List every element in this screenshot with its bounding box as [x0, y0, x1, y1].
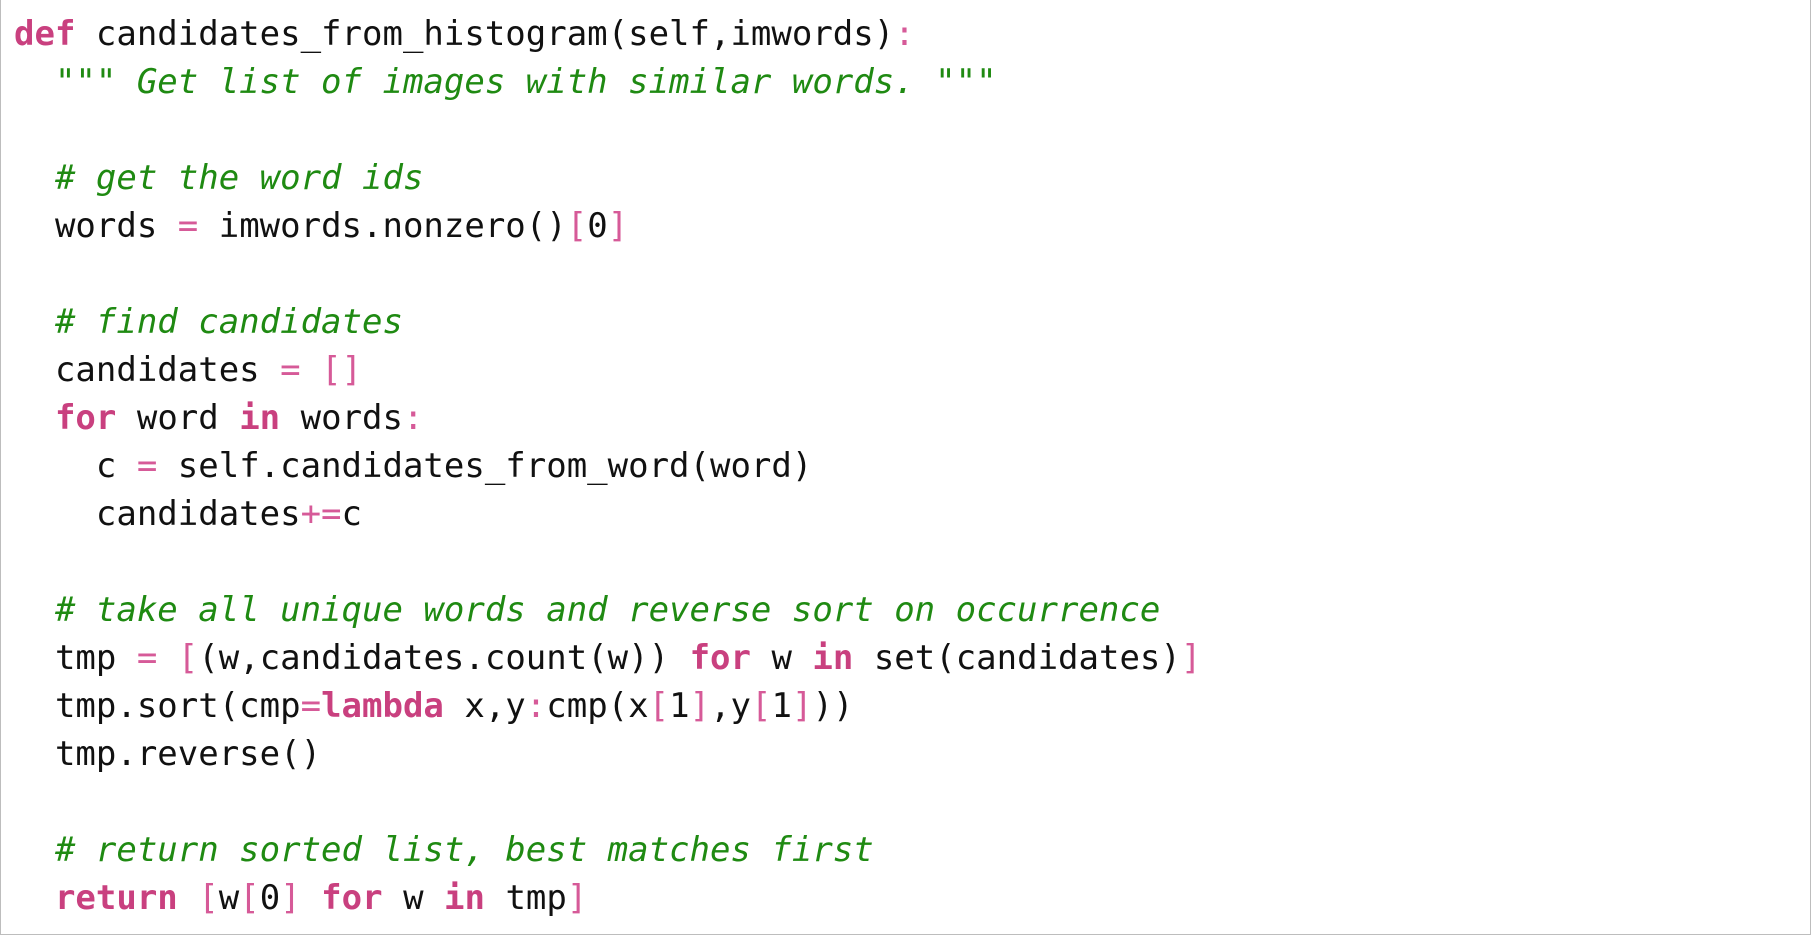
operator-token: ] — [280, 878, 301, 918]
code-line: tmp.sort(cmp=lambda x,y:cmp(x[1],y[1])) — [14, 682, 1201, 730]
operator-token: [ — [648, 686, 670, 726]
code-token: w — [750, 638, 813, 678]
code-token: tmp.reverse() — [14, 734, 322, 774]
code-token: (w,candidates.count(w)) — [198, 638, 690, 678]
code-token: tmp — [484, 878, 567, 918]
operator-token: = — [136, 638, 158, 678]
operator-token: [ — [198, 878, 219, 918]
operator-token: = — [300, 686, 322, 726]
code-token: candidates_from_histogram(self,imwords) — [75, 14, 895, 54]
code-token: 0 — [259, 878, 281, 918]
operator-token: : — [525, 686, 547, 726]
code-token: ,y — [710, 686, 752, 726]
operator-token: [ — [239, 878, 260, 918]
code-line: # find candidates — [14, 298, 1201, 346]
code-line: # get the word ids — [14, 154, 1201, 202]
code-token: x,y — [443, 686, 526, 726]
code-token: 1 — [771, 686, 792, 726]
operator-token: [ — [751, 686, 772, 726]
code-block: def candidates_from_histogram(self,imwor… — [14, 10, 1201, 922]
keyword-token: def — [14, 14, 76, 54]
code-token: set(candidates) — [853, 638, 1181, 678]
code-token: word — [116, 398, 240, 438]
operator-token: = — [136, 446, 158, 486]
keyword-token: for — [321, 878, 383, 918]
code-line: candidates+=c — [14, 490, 1201, 538]
operator-token: [] — [321, 350, 363, 390]
code-token: imwords.nonzero() — [198, 206, 567, 246]
keyword-token: for — [689, 638, 751, 678]
code-line: def candidates_from_histogram(self,imwor… — [14, 10, 1201, 58]
code-token: )) — [812, 686, 854, 726]
operator-token: ] — [689, 686, 711, 726]
comment-token: # take all unique words and reverse sort… — [54, 590, 1161, 630]
docstring-token: """ Get list of images with similar word… — [54, 62, 997, 102]
code-line: words = imwords.nonzero()[0] — [14, 202, 1201, 250]
operator-token: [ — [177, 638, 199, 678]
keyword-token: in — [239, 398, 281, 438]
operator-token: [ — [566, 206, 588, 246]
comment-token: # find candidates — [54, 302, 403, 342]
comment-token: # return sorted list, best matches first — [54, 830, 874, 870]
code-token: candidates — [14, 494, 301, 534]
code-line: # take all unique words and reverse sort… — [14, 586, 1201, 634]
code-token: 0 — [587, 206, 608, 246]
code-line: tmp = [(w,candidates.count(w)) for w in … — [14, 634, 1201, 682]
code-line: """ Get list of images with similar word… — [14, 58, 1201, 106]
code-line: # return sorted list, best matches first — [14, 826, 1201, 874]
operator-token: += — [300, 494, 342, 534]
code-token: self.candidates_from_word(word) — [157, 446, 813, 486]
operator-token: ] — [792, 686, 813, 726]
keyword-token: in — [444, 878, 485, 918]
code-token: 1 — [669, 686, 690, 726]
code-token: words — [14, 206, 178, 246]
operator-token: : — [894, 14, 915, 54]
code-line: for word in words: — [14, 394, 1201, 442]
code-listing-frame: def candidates_from_histogram(self,imwor… — [0, 0, 1811, 935]
code-line: c = self.candidates_from_word(word) — [14, 442, 1201, 490]
operator-token: = — [177, 206, 199, 246]
operator-token: = — [280, 350, 301, 390]
code-token: tmp — [14, 638, 137, 678]
operator-token: : — [402, 398, 424, 438]
operator-token: ] — [607, 206, 629, 246]
code-line: return [w[0] for w in tmp] — [14, 874, 1201, 922]
code-token: candidates — [14, 350, 281, 390]
code-token: words — [280, 398, 403, 438]
code-token: c — [14, 446, 137, 486]
code-token: tmp.sort(cmp — [14, 686, 301, 726]
code-token: w — [218, 878, 240, 918]
keyword-token: lambda — [321, 686, 444, 726]
keyword-token: return — [54, 878, 178, 918]
code-token: c — [341, 494, 363, 534]
comment-token: # get the word ids — [54, 158, 424, 198]
operator-token: ] — [566, 878, 588, 918]
code-token: cmp(x — [546, 686, 649, 726]
operator-token: ] — [1180, 638, 1202, 678]
code-line: tmp.reverse() — [14, 730, 1201, 778]
keyword-token: in — [812, 638, 854, 678]
code-line: candidates = [] — [14, 346, 1201, 394]
code-token: w — [382, 878, 445, 918]
keyword-token: for — [54, 398, 117, 438]
